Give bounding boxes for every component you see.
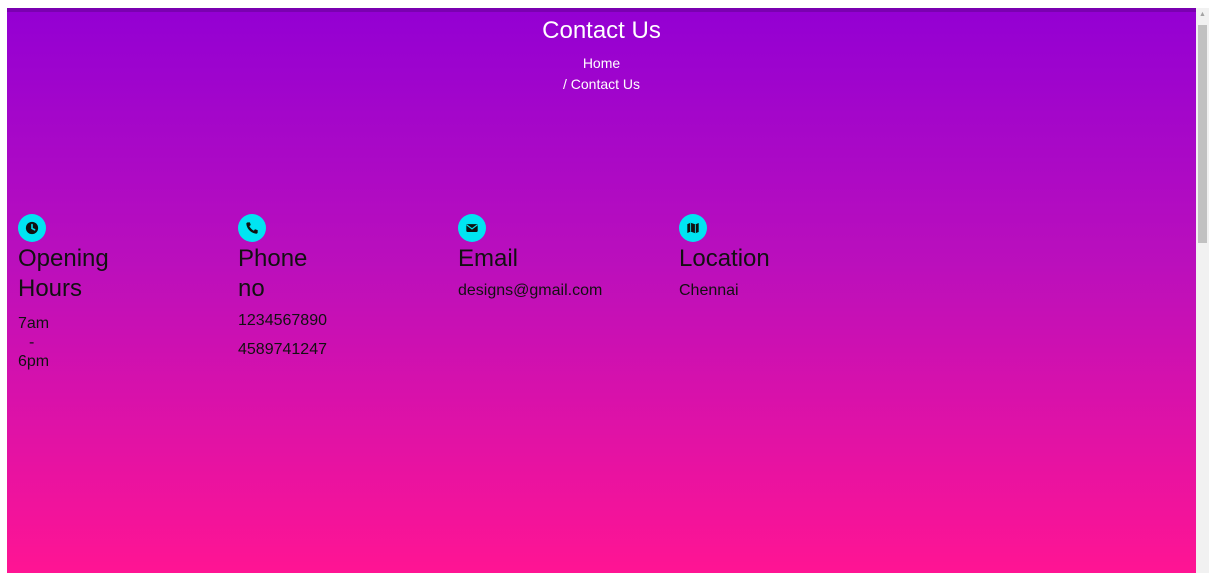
phone-number-1[interactable]: 1234567890: [238, 306, 327, 335]
clock-icon: [18, 214, 46, 242]
card-title-hours: Opening Hours: [18, 245, 109, 302]
page-title: Contact Us: [542, 17, 661, 44]
phone-icon: [238, 214, 266, 242]
vertical-scrollbar[interactable]: ▲: [1196, 8, 1209, 573]
location-value: Chennai: [679, 282, 739, 299]
hours-value: 7am - 6pm: [18, 315, 50, 370]
scrollbar-thumb[interactable]: [1198, 25, 1207, 243]
map-icon: [679, 214, 707, 242]
card-title-location: Location: [679, 245, 770, 272]
phone-number-2[interactable]: 4589741247: [238, 335, 327, 364]
breadcrumb: Home / Contact Us: [7, 53, 1196, 95]
contact-page: Contact Us Home / Contact Us Opening Hou…: [7, 8, 1196, 573]
card-title-email: Email: [458, 245, 519, 272]
contact-card-hours: Opening Hours 7am - 6pm: [18, 214, 109, 371]
contact-card-email: Email designs@gmail.com: [458, 214, 602, 305]
contact-card-location: Location Chennai: [679, 214, 770, 305]
contact-card-phone: Phone no 1234567890 4589741247: [238, 214, 327, 364]
email-address[interactable]: designs@gmail.com: [458, 276, 602, 305]
scroll-up-arrow-icon[interactable]: ▲: [1196, 8, 1209, 21]
breadcrumb-home-link[interactable]: Home: [7, 53, 1196, 74]
envelope-icon: [458, 214, 486, 242]
card-title-phone: Phone no: [238, 245, 308, 302]
breadcrumb-current: / Contact Us: [562, 76, 641, 92]
